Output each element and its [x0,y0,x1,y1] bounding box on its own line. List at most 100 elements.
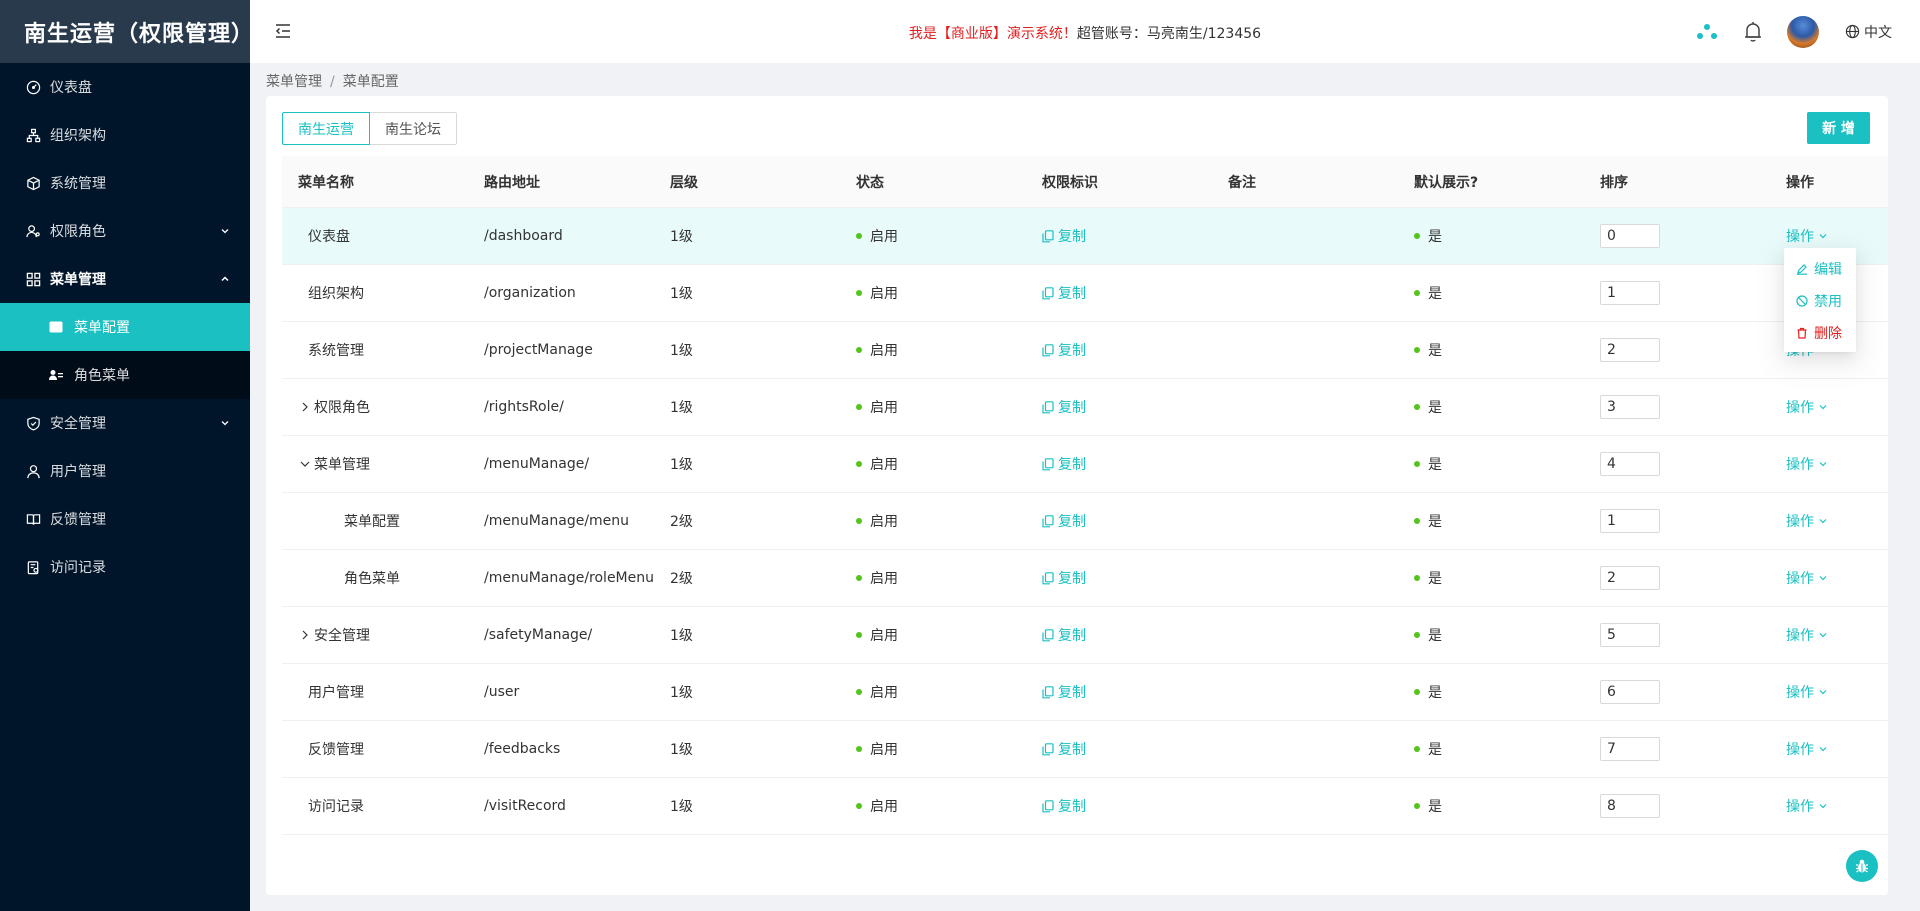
copy-permission-button[interactable]: 复制 [1042,511,1086,531]
dashboard-icon [24,78,42,96]
route-path: /feedbacks [484,741,561,757]
theme-dots-icon[interactable] [1695,20,1719,44]
edit-menu-item[interactable]: 编辑 [1784,253,1856,285]
sort-cell [1584,737,1770,761]
chevron-down-icon [1819,747,1827,752]
add-button[interactable]: 新 增 [1807,112,1870,144]
bell-icon[interactable] [1741,20,1765,44]
menu-name: 菜单管理 [314,457,370,473]
sort-input[interactable] [1600,509,1660,533]
menu-name-cell: 访问记录 [282,796,468,816]
sort-input[interactable] [1600,623,1660,647]
operation-dropdown-trigger[interactable]: 操作 [1786,682,1828,702]
operation-dropdown-trigger[interactable]: 操作 [1786,397,1828,417]
sidebar-item-organization[interactable]: 组织架构 [0,111,250,159]
sidebar-item-menu-manage[interactable]: 菜单管理 [0,255,250,303]
status-dot [856,575,862,581]
operation-dropdown-trigger[interactable]: 操作 [1786,625,1828,645]
menu-name: 安全管理 [314,628,370,644]
copy-permission-button[interactable]: 复制 [1042,682,1086,702]
disable-label: 禁用 [1814,294,1842,310]
status-cell: 启用 [840,397,1026,417]
copy-label: 复制 [1058,742,1086,758]
copy-icon [1042,799,1054,812]
sort-input[interactable] [1600,224,1660,248]
sidebar-item-system[interactable]: 系统管理 [0,159,250,207]
chevron-down-icon [1819,633,1827,638]
copy-permission-button[interactable]: 复制 [1042,625,1086,645]
table-row: 菜单管理/menuManage/1级 启用 复制 是 操作 [282,436,1888,493]
sort-input[interactable] [1600,452,1660,476]
operation-dropdown-trigger[interactable]: 操作 [1786,511,1828,531]
collapse-icon[interactable] [298,457,312,471]
table-row: 系统管理/projectManage1级启用复制是操作 [282,322,1888,379]
table-row: 仪表盘/dashboard 1级 启用 复制 是 操作 [282,208,1888,265]
operation-dropdown-trigger[interactable]: 操作 [1786,226,1828,246]
avatar[interactable] [1787,15,1819,48]
status-dot [856,404,862,410]
sort-input[interactable] [1600,737,1660,761]
disable-menu-item[interactable]: 禁用 [1784,285,1856,317]
default-show-text: 是 [1428,742,1442,758]
copy-permission-button[interactable]: 复制 [1042,283,1086,303]
menu-level: 1级 [670,457,693,473]
route-path: /user [484,684,520,700]
operation-label: 操作 [1786,229,1814,245]
copy-permission-button[interactable]: 复制 [1042,796,1086,816]
sidebar-item-visit-record[interactable]: 访问记录 [0,543,250,591]
expand-icon[interactable] [298,400,312,414]
sort-input[interactable] [1600,281,1660,305]
copy-label: 复制 [1058,286,1086,302]
default-show-text: 是 [1428,286,1442,302]
copy-permission-button[interactable]: 复制 [1042,397,1086,417]
operation-dropdown-trigger[interactable]: 操作 [1786,454,1828,474]
sidebar-item-rights-role[interactable]: 权限角色 [0,207,250,255]
sidebar-item-menu-config[interactable]: 菜单配置 [0,303,250,351]
operation-dropdown-trigger[interactable]: 操作 [1786,568,1828,588]
organization-icon [24,126,42,144]
show-dot [1414,575,1420,581]
status-cell: 启用 [840,568,1026,588]
status-text: 启用 [870,343,898,359]
sort-input[interactable] [1600,680,1660,704]
copy-label: 复制 [1058,514,1086,530]
sidebar-item-label: 菜单管理 [50,272,106,288]
tab-nansheng-forum[interactable]: 南生论坛 [370,112,457,145]
tab-nansheng-ops[interactable]: 南生运营 [282,112,370,145]
delete-menu-item[interactable]: 删除 [1784,317,1856,349]
menu-table: 菜单名称 路由地址 层级 状态 权限标识 备注 默认展示? 排序 操作 仪表盘 /… [282,156,1888,835]
copy-permission-button[interactable]: 复制 [1042,568,1086,588]
sort-input[interactable] [1600,794,1660,818]
operation-cell: 操作 [1770,397,1888,417]
sidebar-item-dashboard[interactable]: 仪表盘 [0,63,250,111]
sidebar-item-role-menu[interactable]: 角色菜单 [0,351,250,399]
operation-label: 操作 [1786,400,1814,416]
sort-input[interactable] [1600,395,1660,419]
copy-permission-button[interactable]: 复制 [1042,340,1086,360]
breadcrumb-item[interactable]: 菜单管理 [266,74,322,90]
delete-icon [1797,327,1807,339]
bug-report-button[interactable] [1846,850,1878,882]
menu-name: 仪表盘 [308,229,350,245]
shield-icon [24,414,42,432]
copy-permission-button[interactable]: 复制 [1042,454,1086,474]
status-dot [856,632,862,638]
copy-permission-button[interactable]: 复制 [1042,226,1086,246]
sidebar-item-feedback[interactable]: 反馈管理 [0,495,250,543]
sort-input[interactable] [1600,566,1660,590]
status-text: 启用 [870,628,898,644]
show-dot [1414,461,1420,467]
sidebar-item-user[interactable]: 用户管理 [0,447,250,495]
menu-level: 2级 [670,514,693,530]
sidebar-item-safety[interactable]: 安全管理 [0,399,250,447]
operation-dropdown-trigger[interactable]: 操作 [1786,796,1828,816]
table-row: 反馈管理/feedbacks 1级 启用 复制 是 操作 [282,721,1888,778]
language-switch[interactable]: 中文 [1845,22,1892,42]
status-cell: 启用 [840,511,1026,531]
copy-label: 复制 [1058,229,1086,245]
expand-icon[interactable] [298,628,312,642]
operation-dropdown-trigger[interactable]: 操作 [1786,739,1828,759]
operation-label: 操作 [1786,628,1814,644]
copy-permission-button[interactable]: 复制 [1042,739,1086,759]
sort-input[interactable] [1600,338,1660,362]
